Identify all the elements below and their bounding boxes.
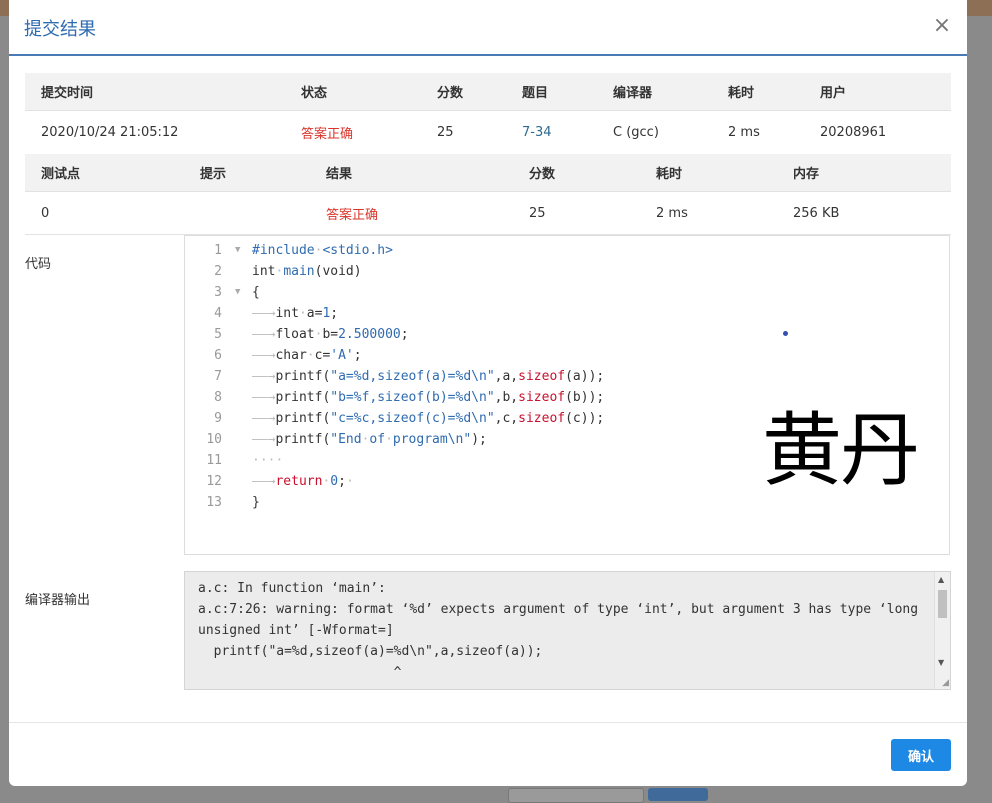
code-line: 7 ——→printf("a=%d,sizeof(a)=%d\n",a,sizeo… xyxy=(214,369,605,384)
submission-table: 提交时间 状态 分数 题目 编译器 耗时 用户 2020/10/24 21:05… xyxy=(25,73,951,153)
code-line: 6 ——→char·c='A'; xyxy=(214,348,362,363)
problem-link[interactable]: 7-34 xyxy=(522,125,552,140)
footer-divider xyxy=(9,722,967,723)
handwritten-name: 黄丹 xyxy=(762,404,920,497)
compiler-output-label: 编译器输出 xyxy=(25,593,91,608)
testcase-header-row: 测试点 提示 结果 分数 耗时 内存 xyxy=(25,154,951,192)
col-testcase: 测试点 xyxy=(25,154,184,192)
col-status: 状态 xyxy=(285,73,421,111)
confirm-button[interactable]: 确认 xyxy=(891,739,951,771)
elapsed-value: 2 ms xyxy=(728,124,760,140)
score-value: 25 xyxy=(437,124,454,140)
compiler-value: C (gcc) xyxy=(613,124,659,140)
col-elapsed: 耗时 xyxy=(712,73,804,111)
compiler-output-textarea[interactable]: a.c: In function ‘main’: a.c:7:26: warni… xyxy=(184,571,951,690)
testcase-elapsed: 2 ms xyxy=(656,205,688,221)
user-value: 20208961 xyxy=(820,124,887,140)
col-memory: 内存 xyxy=(777,154,951,192)
code-viewer[interactable]: 1 ▼ #include·<stdio.h> 2 int·main(void) 3 ▼{… xyxy=(184,235,950,555)
output-line: unsigned int’ [-Wformat=] xyxy=(198,623,394,638)
col-hint: 提示 xyxy=(184,154,310,192)
resize-handle-icon[interactable]: ◢ xyxy=(942,678,949,688)
background-submit-button xyxy=(648,788,708,801)
code-label: 代码 xyxy=(25,257,52,272)
testcase-score: 25 xyxy=(529,205,546,221)
table-row: 2020/10/24 21:05:12 答案正确 25 7-34 C (gcc)… xyxy=(25,111,951,154)
col-tc-score: 分数 xyxy=(513,154,640,192)
output-line: ^ xyxy=(198,665,402,680)
output-line: a.c:7:26: warning: format ‘%d’ expects a… xyxy=(198,602,919,617)
col-result: 结果 xyxy=(310,154,513,192)
code-line: 2 int·main(void) xyxy=(214,264,362,279)
col-user: 用户 xyxy=(804,73,951,111)
output-line: printf("a=%d,sizeof(a)=%d\n",a,sizeof(a)… xyxy=(198,644,543,659)
status-value: 答案正确 xyxy=(301,126,354,142)
code-line: 3 ▼{ xyxy=(214,285,260,300)
submit-time: 2020/10/24 21:05:12 xyxy=(41,124,179,140)
scroll-thumb[interactable] xyxy=(938,590,947,618)
dialog-title: 提交结果 xyxy=(24,19,96,40)
col-score: 分数 xyxy=(421,73,506,111)
table-row: 0 答案正确 25 2 ms 256 KB xyxy=(25,192,951,235)
col-submit-time: 提交时间 xyxy=(25,73,285,111)
code-line: 5 ——→float·b=2.500000; xyxy=(214,327,409,342)
cursor-dot xyxy=(783,331,788,336)
testcase-memory: 256 KB xyxy=(793,205,840,221)
code-line: 1 ▼ #include·<stdio.h> xyxy=(214,243,393,258)
col-tc-elapsed: 耗时 xyxy=(640,154,777,192)
dialog-header: 提交结果 × xyxy=(9,0,967,56)
output-line: a.c: In function ‘main’: xyxy=(198,581,386,596)
submission-header-row: 提交时间 状态 分数 题目 编译器 耗时 用户 xyxy=(25,73,951,111)
code-line: 4 ——→int·a=1; xyxy=(214,306,339,321)
testcase-table: 测试点 提示 结果 分数 耗时 内存 0 答案正确 25 2 ms 256 KB xyxy=(25,154,951,234)
col-problem: 题目 xyxy=(506,73,597,111)
testcase-result: 答案正确 xyxy=(326,207,379,223)
scroll-up-icon[interactable]: ▲ xyxy=(938,575,944,584)
col-compiler: 编译器 xyxy=(597,73,712,111)
testcase-id: 0 xyxy=(41,205,50,221)
scroll-down-icon[interactable]: ▼ xyxy=(938,658,944,667)
output-scrollbar[interactable]: ▲ ▼ xyxy=(934,572,950,689)
close-button[interactable]: × xyxy=(931,13,953,39)
submission-result-dialog: 提交结果 × 提交时间 状态 分数 题目 编译器 耗时 用户 2020/10/2… xyxy=(9,0,967,786)
testcase-hint xyxy=(184,192,310,235)
